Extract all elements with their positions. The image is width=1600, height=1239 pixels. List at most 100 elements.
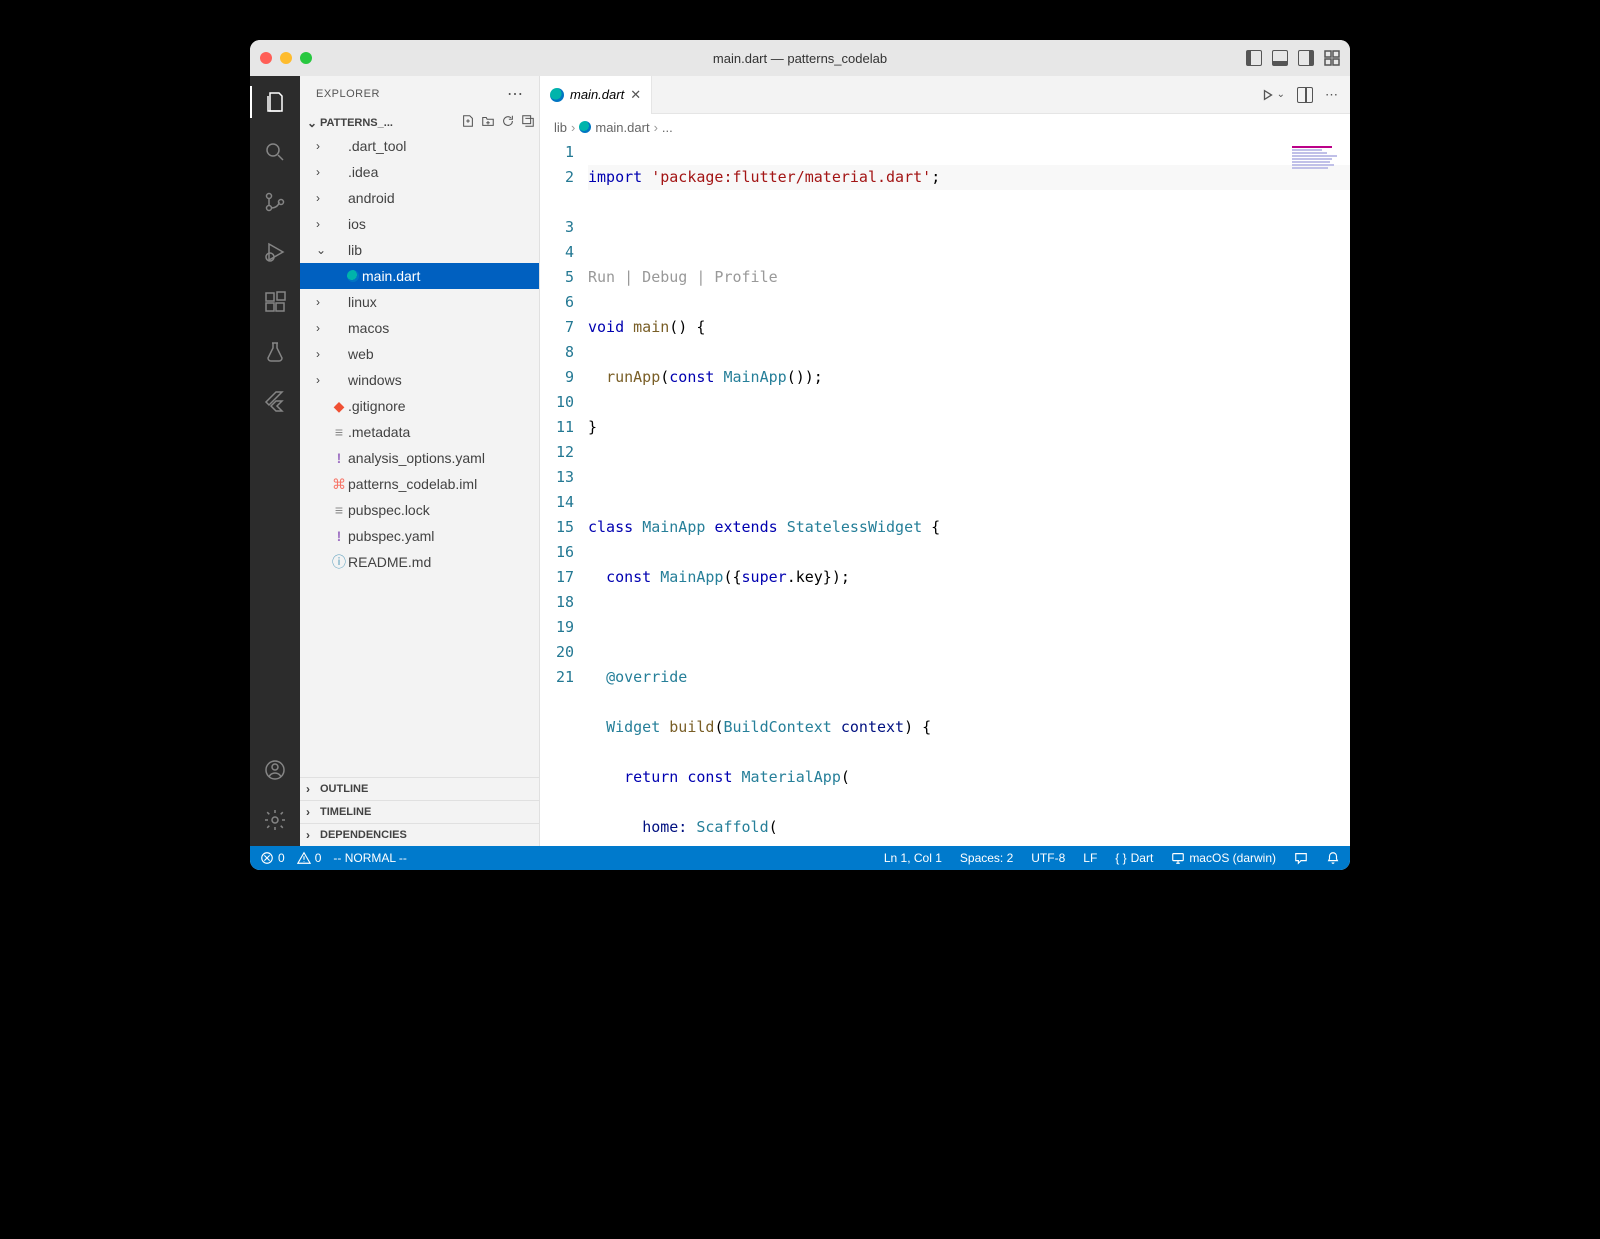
chevron-down-icon: ⌄ xyxy=(304,116,320,130)
eol[interactable]: LF xyxy=(1081,851,1099,865)
device-selector[interactable]: macOS (darwin) xyxy=(1169,851,1278,865)
refresh-icon[interactable] xyxy=(501,114,515,131)
breadcrumb-seg[interactable]: main.dart xyxy=(595,120,649,135)
tree-item-label: patterns_codelab.iml xyxy=(348,476,477,492)
sidebar: EXPLORER ⋯ ⌄ PATTERNS_... ›.dart_tool›.i… xyxy=(300,76,540,846)
sidebar-more-icon[interactable]: ⋯ xyxy=(507,84,523,104)
breadcrumb[interactable]: lib › main.dart › ... xyxy=(540,114,1350,140)
dependencies-section[interactable]: ›DEPENDENCIES xyxy=(300,823,539,846)
tree-item[interactable]: ⌘patterns_codelab.iml xyxy=(300,471,539,497)
tree-item[interactable]: !analysis_options.yaml xyxy=(300,445,539,471)
tree-item-label: .dart_tool xyxy=(348,138,406,154)
problems-warnings[interactable]: 0 xyxy=(295,851,324,865)
accounts-icon[interactable] xyxy=(259,754,291,786)
tree-item[interactable]: ≡.metadata xyxy=(300,419,539,445)
maximize-window-button[interactable] xyxy=(300,52,312,64)
project-name: PATTERNS_... xyxy=(320,117,461,129)
tree-item-label: README.md xyxy=(348,554,431,570)
tree-item-label: .metadata xyxy=(348,424,410,440)
timeline-section[interactable]: ›TIMELINE xyxy=(300,800,539,823)
tree-item[interactable]: main.dart xyxy=(300,263,539,289)
language-mode[interactable]: { }Dart xyxy=(1113,851,1155,865)
minimize-window-button[interactable] xyxy=(280,52,292,64)
breadcrumb-seg[interactable]: lib xyxy=(554,120,567,135)
window: main.dart — patterns_codelab xyxy=(250,40,1350,870)
tree-item[interactable]: ◆.gitignore xyxy=(300,393,539,419)
tree-item[interactable]: ⌄lib xyxy=(300,237,539,263)
tree-item-label: android xyxy=(348,190,395,206)
extensions-icon[interactable] xyxy=(259,286,291,318)
titlebar-right-group xyxy=(1246,50,1340,66)
tree-item[interactable]: ›android xyxy=(300,185,539,211)
new-folder-icon[interactable] xyxy=(481,114,495,131)
source-control-icon[interactable] xyxy=(259,186,291,218)
search-icon[interactable] xyxy=(259,136,291,168)
settings-icon[interactable] xyxy=(259,804,291,836)
status-bar: 0 0 -- NORMAL -- Ln 1, Col 1 Spaces: 2 U… xyxy=(250,846,1350,870)
close-tab-icon[interactable]: ✕ xyxy=(630,87,641,103)
run-dropdown-icon[interactable]: ⌄ xyxy=(1261,88,1285,102)
indent-spaces[interactable]: Spaces: 2 xyxy=(958,851,1015,865)
cursor-position[interactable]: Ln 1, Col 1 xyxy=(882,851,944,865)
close-window-button[interactable] xyxy=(260,52,272,64)
tree-item-label: main.dart xyxy=(362,268,420,284)
tree-item[interactable]: ›ios xyxy=(300,211,539,237)
tree-item-label: ios xyxy=(348,216,366,232)
tree-item-label: pubspec.yaml xyxy=(348,528,434,544)
split-editor-icon[interactable] xyxy=(1297,87,1313,103)
code-content[interactable]: import 'package:flutter/material.dart'; … xyxy=(588,140,1350,846)
tree-item[interactable]: ⓘREADME.md xyxy=(300,549,539,575)
new-file-icon[interactable] xyxy=(461,114,475,131)
editor-more-icon[interactable]: ⋯ xyxy=(1325,87,1338,103)
feedback-icon[interactable] xyxy=(1292,851,1310,865)
code-lens[interactable]: Run | Debug | Profile xyxy=(588,265,1350,290)
sidebar-header: EXPLORER ⋯ xyxy=(300,76,539,112)
customize-layout-icon[interactable] xyxy=(1324,50,1340,66)
toggle-secondary-panel-icon[interactable] xyxy=(1298,50,1314,66)
debug-icon[interactable] xyxy=(259,236,291,268)
tree-item[interactable]: ›web xyxy=(300,341,539,367)
project-header[interactable]: ⌄ PATTERNS_... xyxy=(300,112,539,133)
testing-icon[interactable] xyxy=(259,336,291,368)
tree-item-label: macos xyxy=(348,320,389,336)
tree-item[interactable]: ›.dart_tool xyxy=(300,133,539,159)
tree-item-label: .gitignore xyxy=(348,398,406,414)
tree-item[interactable]: ≡pubspec.lock xyxy=(300,497,539,523)
code-area[interactable]: 123456789101112131415161718192021 import… xyxy=(540,140,1350,846)
minimap[interactable] xyxy=(1292,146,1342,186)
tree-item[interactable]: ›.idea xyxy=(300,159,539,185)
tree-item[interactable]: ›macos xyxy=(300,315,539,341)
collapse-icon[interactable] xyxy=(521,114,535,131)
outline-section[interactable]: ›OUTLINE xyxy=(300,777,539,800)
tree-item-label: .idea xyxy=(348,164,378,180)
file-tree: ›.dart_tool›.idea›android›ios⌄lib main.da… xyxy=(300,133,539,777)
toggle-primary-panel-icon[interactable] xyxy=(1246,50,1262,66)
dart-file-icon xyxy=(579,121,591,133)
tree-item[interactable]: ›linux xyxy=(300,289,539,315)
tree-item-label: analysis_options.yaml xyxy=(348,450,485,466)
vim-mode[interactable]: -- NORMAL -- xyxy=(331,851,409,865)
flutter-icon[interactable] xyxy=(259,386,291,418)
encoding[interactable]: UTF-8 xyxy=(1029,851,1067,865)
titlebar: main.dart — patterns_codelab xyxy=(250,40,1350,76)
tree-item[interactable]: !pubspec.yaml xyxy=(300,523,539,549)
breadcrumb-seg[interactable]: ... xyxy=(662,120,673,135)
tree-item-label: web xyxy=(348,346,374,362)
tree-item-label: windows xyxy=(348,372,402,388)
gutter: 123456789101112131415161718192021 xyxy=(540,140,588,846)
problems-errors[interactable]: 0 xyxy=(258,851,287,865)
tree-item-label: lib xyxy=(348,242,362,258)
tab-label: main.dart xyxy=(570,87,624,102)
toggle-bottom-panel-icon[interactable] xyxy=(1272,50,1288,66)
notifications-icon[interactable] xyxy=(1324,851,1342,865)
tab-main-dart[interactable]: main.dart ✕ xyxy=(540,76,652,114)
activity-bar xyxy=(250,76,300,846)
traffic-lights xyxy=(260,52,312,64)
dart-file-icon xyxy=(550,88,564,102)
tree-item-label: linux xyxy=(348,294,377,310)
window-title: main.dart — patterns_codelab xyxy=(250,51,1350,66)
tree-item[interactable]: ›windows xyxy=(300,367,539,393)
tab-bar: main.dart ✕ ⌄ ⋯ xyxy=(540,76,1350,114)
editor: main.dart ✕ ⌄ ⋯ lib › main.dart › ... xyxy=(540,76,1350,846)
explorer-icon[interactable] xyxy=(259,86,291,118)
